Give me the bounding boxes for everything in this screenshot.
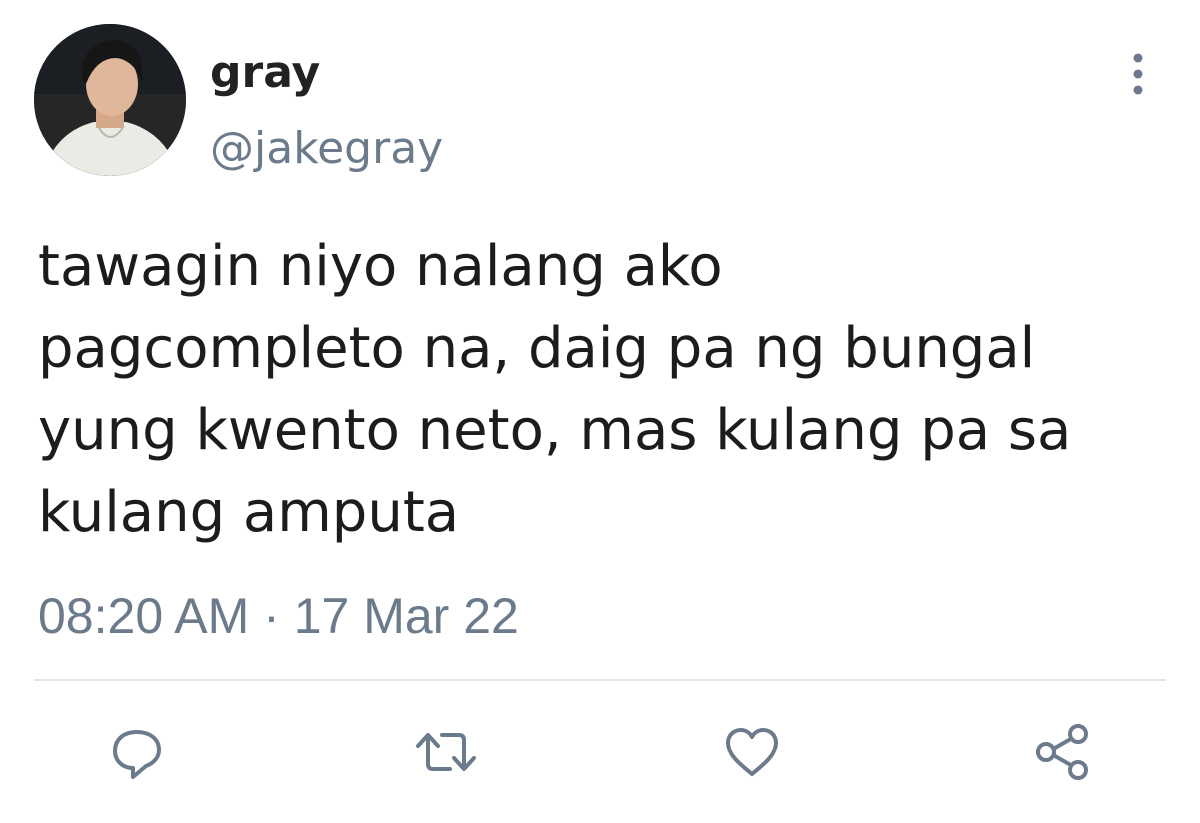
display-name[interactable]: gray [210,46,320,100]
tweet-text: tawagin niyo nalang ako pagcompleto na, … [38,226,1178,554]
divider [34,679,1166,681]
reply-icon [113,730,161,779]
avatar-photo [34,24,186,176]
avatar[interactable] [34,24,186,176]
retweet-icon [416,733,476,771]
like-button[interactable] [720,720,784,784]
tweet-text-line: yung kwento neto, mas kulang pa sa [38,398,1072,463]
action-bar [0,712,1200,792]
retweet-button[interactable] [414,720,478,784]
tweet-text-line: pagcompleto na, daig pa ng bungal [38,316,1036,381]
more-vertical-icon [1133,53,1143,95]
tweet-timestamp[interactable]: 08:20 AM · 17 Mar 22 [38,588,519,644]
more-options-button[interactable] [1118,50,1158,98]
share-icon [1036,724,1088,780]
tweet-card: gray @jakegray tawagin niyo nalang ako p… [0,0,1200,823]
tweet-text-line: tawagin niyo nalang ako [38,234,723,299]
tweet-text-line: kulang amputa [38,480,460,545]
reply-button[interactable] [105,720,169,784]
user-handle[interactable]: @jakegray [210,122,443,176]
share-button[interactable] [1030,720,1094,784]
heart-icon [726,728,778,776]
